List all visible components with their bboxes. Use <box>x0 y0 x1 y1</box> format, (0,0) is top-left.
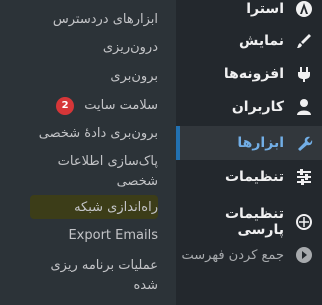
menu-item-plugins[interactable]: افزونه‌ها <box>176 57 322 91</box>
submenu-item-erase-personal-data[interactable]: پاک‌سازی اطلاعات شخصی <box>28 152 158 192</box>
menu-item-appearance[interactable]: نمایش <box>176 24 322 58</box>
admin-main-menu: استرا نمایش افزونه‌ها کاربران ابزارها <box>176 0 322 305</box>
submenu-item-label: ابزارهای دردسترس <box>52 12 158 27</box>
menu-item-label: استرا <box>246 1 284 17</box>
submenu-item-scheduled-actions[interactable]: عملیات برنامه ریزی شده <box>28 256 158 296</box>
submenu-item-export-emails[interactable]: Export Emails <box>10 226 158 246</box>
submenu-item-import[interactable]: درون‌ریزی <box>10 38 158 58</box>
users-icon <box>286 98 322 116</box>
menu-item-label: تنظیمات پارسی <box>224 206 284 238</box>
brush-icon <box>286 32 322 50</box>
submenu-item-label: سلامت سایت <box>84 98 158 113</box>
menu-item-label: تنظیمات <box>224 169 284 185</box>
site-health-badge: 2 <box>56 96 75 115</box>
menu-item-astra[interactable]: استرا <box>176 0 322 26</box>
collapse-icon <box>286 246 322 264</box>
submenu-item-label: راه‌اندازی شبکه <box>74 200 158 215</box>
tools-icon <box>286 134 322 152</box>
tools-submenu: ابزارهای دردسترس درون‌ریزی برون‌بری سلام… <box>0 0 176 305</box>
menu-item-users[interactable]: کاربران <box>176 90 322 124</box>
admin-menu-root: ابزارهای دردسترس درون‌ریزی برون‌بری سلام… <box>0 0 322 305</box>
menu-item-label: کاربران <box>231 99 284 115</box>
submenu-item-available-tools[interactable]: ابزارهای دردسترس <box>10 10 158 30</box>
menu-item-persian-settings[interactable]: تنظیمات پارسی <box>176 205 322 239</box>
submenu-item-label: پاک‌سازی اطلاعات شخصی <box>57 154 158 189</box>
submenu-item-label: برون‌بری <box>110 69 158 84</box>
menu-item-tools[interactable]: ابزارها <box>176 126 322 160</box>
submenu-item-label: عملیات برنامه ریزی شده <box>50 258 158 293</box>
menu-item-settings[interactable]: تنظیمات <box>176 160 322 194</box>
menu-item-label: افزونه‌ها <box>223 66 284 82</box>
settings-icon <box>286 168 322 186</box>
submenu-item-site-health[interactable]: سلامت سایت 2 <box>10 96 158 116</box>
astra-icon <box>286 0 322 18</box>
menu-item-label: ابزارها <box>237 135 284 151</box>
submenu-item-label: برون‌بری دادهٔ شخصی <box>38 126 158 141</box>
plugin-icon <box>286 65 322 83</box>
submenu-item-export-personal-data[interactable]: برون‌بری دادهٔ شخصی <box>10 124 158 144</box>
menu-collapse-button[interactable]: جمع کردن فهرست <box>176 238 322 272</box>
globe-icon <box>286 213 322 231</box>
menu-item-label: نمایش <box>239 33 284 49</box>
submenu-item-network-setup[interactable]: راه‌اندازی شبکه <box>10 198 158 218</box>
submenu-item-export[interactable]: برون‌بری <box>10 67 158 87</box>
submenu-item-label: درون‌ریزی <box>102 40 158 55</box>
submenu-item-label: Export Emails <box>68 228 158 243</box>
menu-item-label: جمع کردن فهرست <box>181 247 284 263</box>
